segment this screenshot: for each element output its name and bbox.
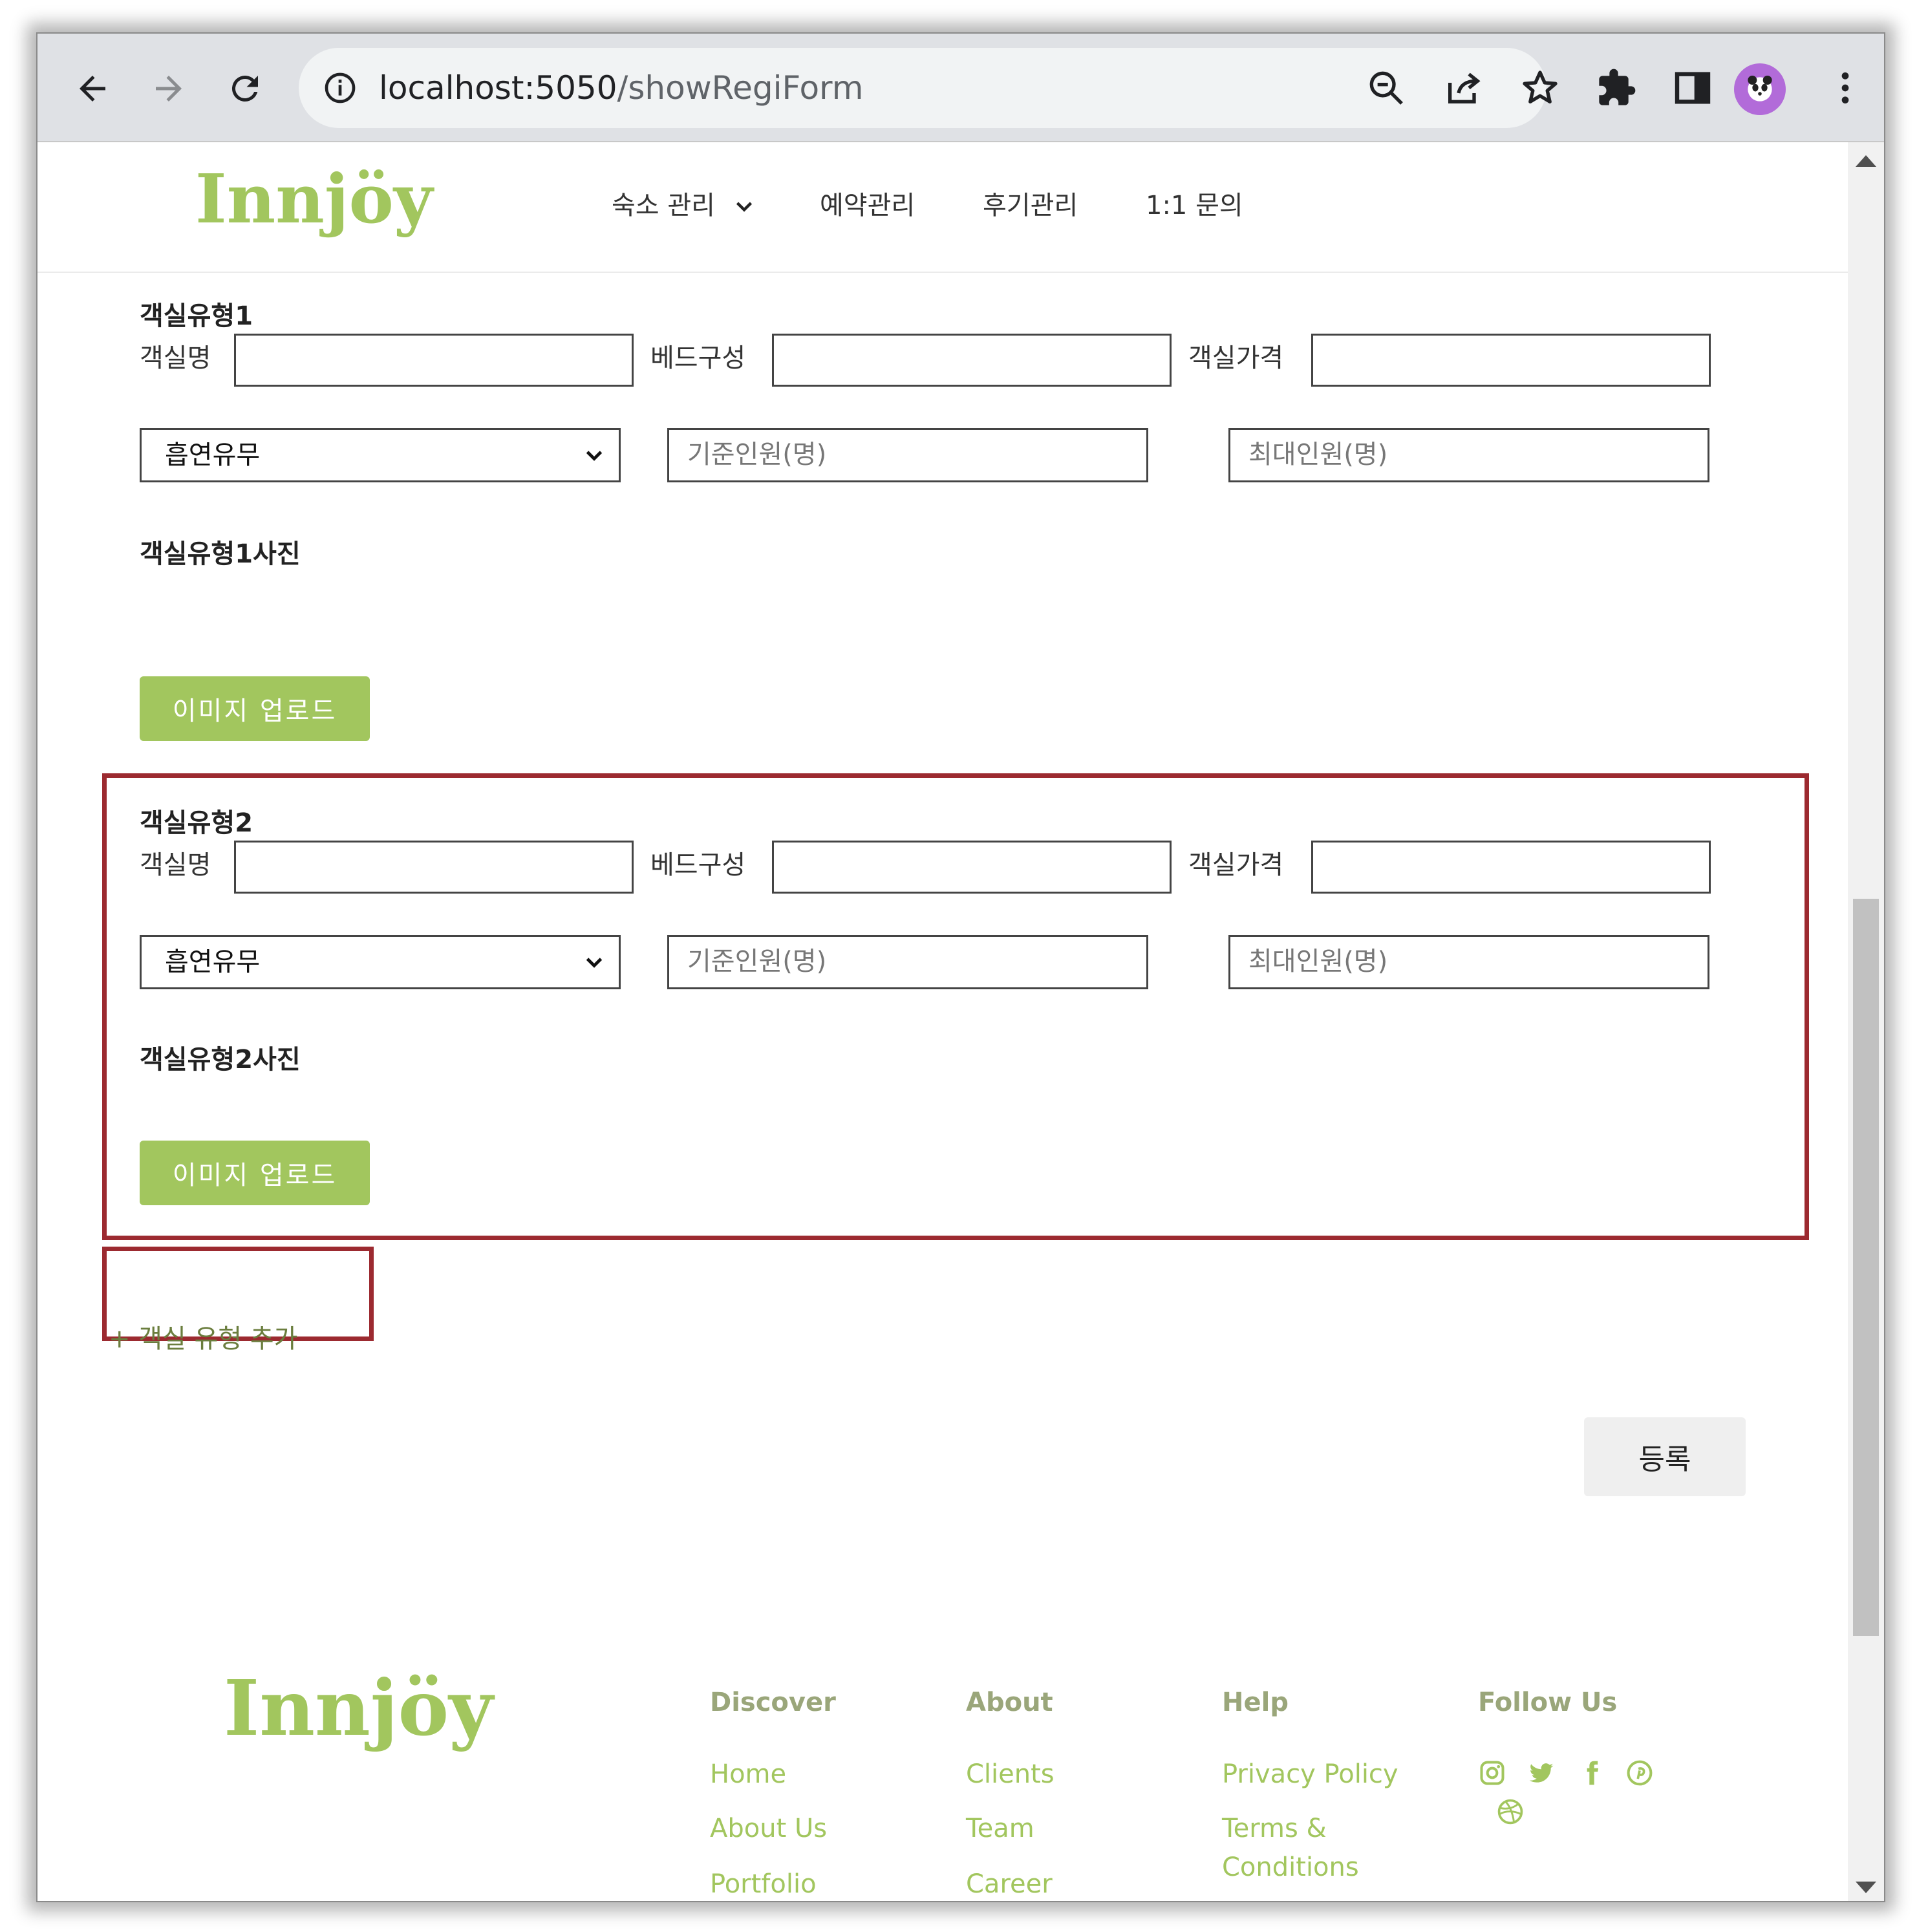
add-room-type-button[interactable]: + 객실 유형 추가 (109, 1318, 297, 1355)
address-bar[interactable]: localhost:5050/showRegiForm (299, 48, 1558, 128)
footer-link-privacy-policy[interactable]: Privacy Policy (1222, 1755, 1398, 1794)
footer-heading-help: Help (1222, 1688, 1289, 1717)
room-type-1-photo-title: 객실유형1사진 (140, 539, 301, 569)
reload-icon[interactable] (216, 59, 274, 118)
profile-avatar[interactable] (1734, 63, 1786, 115)
scroll-up-arrow-icon[interactable] (1856, 155, 1876, 167)
footer-heading-about: About (966, 1688, 1053, 1717)
share-icon[interactable] (1443, 67, 1484, 109)
base-occupancy-input[interactable]: 기준인원(명) (667, 935, 1148, 989)
forward-icon[interactable] (140, 59, 198, 118)
chevron-down-icon (736, 202, 752, 212)
footer-link-about-us[interactable]: About Us (710, 1809, 827, 1848)
register-button[interactable]: 등록 (1584, 1417, 1746, 1496)
twitter-icon[interactable] (1527, 1759, 1556, 1787)
room-name-label: 객실명 (140, 343, 211, 373)
footer-link-portfolio[interactable]: Portfolio (710, 1865, 817, 1901)
url-host: localhost:5050 (379, 69, 617, 107)
max-occupancy-input[interactable]: 최대인원(명) (1228, 428, 1709, 482)
footer-link-home[interactable]: Home (710, 1755, 786, 1794)
menu-reservation-management[interactable]: 예약관리 (820, 180, 915, 231)
pinterest-icon[interactable] (1625, 1759, 1654, 1787)
site-header: Innjöy 숙소 관리 예약관리 후기관리 1:1 문의 (37, 142, 1848, 273)
scroll-thumb[interactable] (1853, 899, 1879, 1636)
bed-config-input[interactable] (772, 841, 1172, 894)
url-path: /showRegiForm (617, 69, 864, 107)
footer-heading-follow-us: Follow Us (1478, 1688, 1618, 1717)
bed-config-label: 베드구성 (650, 343, 746, 373)
back-icon[interactable] (63, 59, 122, 118)
room-price-input[interactable] (1311, 841, 1711, 894)
chevron-down-icon (586, 958, 603, 968)
facebook-icon[interactable] (1578, 1759, 1606, 1787)
footer-link-career[interactable]: Career (966, 1865, 1053, 1901)
bookmark-star-icon[interactable] (1519, 67, 1561, 109)
extensions-icon[interactable] (1596, 67, 1637, 109)
menu-review-management[interactable]: 후기관리 (983, 180, 1078, 231)
smoking-select-value: 흡연유무 (165, 440, 261, 470)
footer-link-clients[interactable]: Clients (966, 1755, 1055, 1794)
site-logo[interactable]: Innjöy (195, 159, 433, 239)
browser-window: localhost:5050/showRegiForm Innjöy 숙소 관리… (36, 32, 1885, 1902)
image-upload-button[interactable]: 이미지 업로드 (140, 676, 370, 741)
bed-config-label: 베드구성 (650, 850, 746, 880)
smoking-select-value: 흡연유무 (165, 947, 261, 977)
room-name-input[interactable] (234, 841, 634, 894)
side-panel-icon[interactable] (1672, 67, 1713, 109)
url-text: localhost:5050/showRegiForm (379, 62, 863, 114)
instagram-icon[interactable] (1478, 1759, 1506, 1787)
menu-inquiry[interactable]: 1:1 문의 (1146, 180, 1243, 231)
smoking-select[interactable]: 흡연유무 (140, 428, 621, 482)
room-type-2-title: 객실유형2 (140, 808, 253, 838)
browser-toolbar: localhost:5050/showRegiForm (37, 34, 1884, 142)
vertical-scrollbar[interactable] (1848, 142, 1884, 1901)
zoom-icon[interactable] (1365, 67, 1407, 109)
room-price-input[interactable] (1311, 334, 1711, 387)
menu-lodging-label: 숙소 관리 (612, 191, 715, 220)
room-type-2-photo-title: 객실유형2사진 (140, 1045, 301, 1075)
max-occupancy-input[interactable]: 최대인원(명) (1228, 935, 1709, 989)
page-viewport: Innjöy 숙소 관리 예약관리 후기관리 1:1 문의 객실유형1 객실명 … (37, 142, 1848, 1901)
menu-lodging-management[interactable]: 숙소 관리 (612, 180, 756, 231)
footer-heading-discover: Discover (710, 1688, 836, 1717)
dribbble-icon[interactable] (1496, 1798, 1525, 1826)
footer-link-team[interactable]: Team (966, 1809, 1034, 1848)
room-name-label: 객실명 (140, 850, 211, 880)
smoking-select[interactable]: 흡연유무 (140, 935, 621, 989)
room-name-input[interactable] (234, 334, 634, 387)
room-price-label: 객실가격 (1188, 850, 1284, 880)
footer-logo[interactable]: Innjöy (224, 1663, 493, 1753)
room-price-label: 객실가격 (1188, 343, 1284, 373)
chevron-down-icon (586, 451, 603, 461)
room-type-1-title: 객실유형1 (140, 301, 253, 331)
image-upload-button[interactable]: 이미지 업로드 (140, 1141, 370, 1205)
footer-link-terms[interactable]: Terms & Conditions (1222, 1809, 1416, 1887)
scroll-down-arrow-icon[interactable] (1856, 1882, 1876, 1893)
bed-config-input[interactable] (772, 334, 1172, 387)
base-occupancy-input[interactable]: 기준인원(명) (667, 428, 1148, 482)
menu-kebab-icon[interactable] (1825, 67, 1866, 109)
site-info-icon[interactable] (322, 70, 358, 106)
panda-avatar-icon (1748, 76, 1772, 102)
